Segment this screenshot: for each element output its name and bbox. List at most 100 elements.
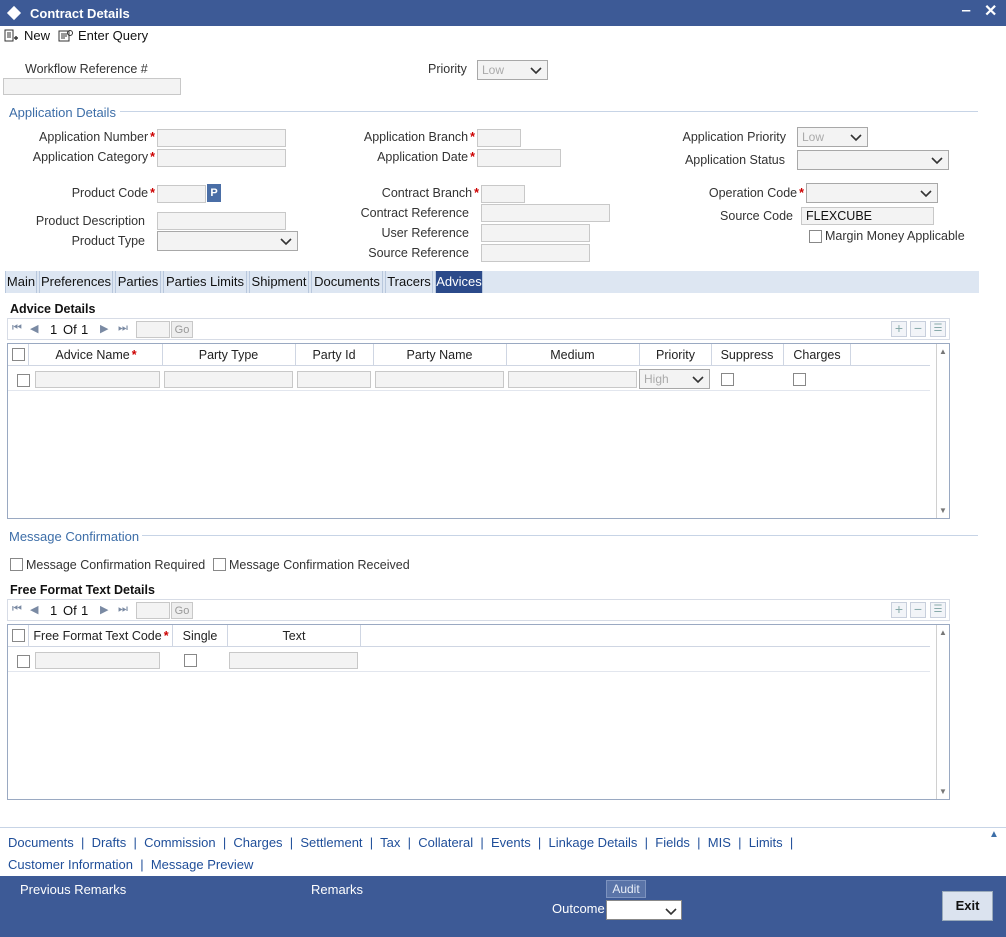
app-priority-label: Application Priority [682, 130, 786, 144]
row-priority-select[interactable]: High [639, 369, 710, 389]
link-customer-information[interactable]: Customer Information [8, 857, 133, 872]
next-page-icon[interactable]: ▶ [100, 322, 108, 335]
tab-parties-limits[interactable]: Parties Limits [163, 271, 247, 293]
col-priority: Priority [656, 348, 695, 362]
advice-name-input[interactable] [35, 371, 160, 388]
medium-input[interactable] [508, 371, 637, 388]
advice-scrollbar[interactable]: ▲ ▼ [936, 344, 949, 518]
link-charges[interactable]: Charges [233, 835, 282, 850]
workflow-ref-label: Workflow Reference # [25, 62, 148, 76]
scroll-up-icon[interactable]: ▲ [939, 628, 947, 637]
first-page-icon[interactable]: ⏮ [12, 322, 22, 335]
msg-confirm-required-checkbox[interactable] [10, 558, 23, 571]
app-priority-select[interactable]: Low [797, 127, 868, 147]
source-ref-input[interactable] [481, 244, 590, 262]
list-view-icon[interactable]: ☰ [930, 602, 946, 618]
link-message-preview[interactable]: Message Preview [151, 857, 254, 872]
select-all-checkbox[interactable] [12, 348, 25, 361]
audit-button[interactable]: Audit [606, 880, 646, 898]
app-status-select[interactable] [797, 150, 949, 170]
link-commission[interactable]: Commission [144, 835, 216, 850]
message-confirmation-title: Message Confirmation [9, 529, 140, 544]
link-settlement[interactable]: Settlement [300, 835, 362, 850]
link-drafts[interactable]: Drafts [92, 835, 127, 850]
outcome-select[interactable] [606, 900, 682, 920]
list-view-icon[interactable]: ☰ [930, 321, 946, 337]
close-icon[interactable]: ✕ [984, 1, 997, 21]
section-divider [142, 535, 978, 536]
tab-main[interactable]: Main [5, 271, 37, 293]
margin-money-checkbox[interactable] [809, 230, 822, 243]
minimize-icon[interactable]: ‒ [962, 2, 970, 19]
prev-page-icon[interactable]: ◀ [30, 322, 38, 335]
chevron-down-icon [850, 134, 862, 142]
app-date-input[interactable] [477, 149, 561, 167]
delete-row-icon[interactable]: − [910, 602, 926, 618]
exit-button[interactable]: Exit [942, 891, 993, 921]
link-limits[interactable]: Limits [749, 835, 783, 850]
tab-documents[interactable]: Documents [311, 271, 383, 293]
product-desc-input[interactable] [157, 212, 286, 230]
priority-select[interactable]: Low [477, 60, 548, 80]
link-tax[interactable]: Tax [380, 835, 400, 850]
add-row-icon[interactable]: + [891, 602, 907, 618]
next-page-icon[interactable]: ▶ [100, 603, 108, 616]
charges-checkbox[interactable] [793, 373, 806, 386]
ff-text-input[interactable] [229, 652, 358, 669]
product-code-lov-button[interactable]: P [207, 184, 221, 202]
app-category-label: Application Category * [32, 150, 155, 164]
contract-ref-input[interactable] [481, 204, 610, 222]
product-type-select[interactable] [157, 231, 298, 251]
party-type-input[interactable] [164, 371, 293, 388]
contract-branch-input[interactable] [481, 185, 525, 203]
delete-row-icon[interactable]: − [910, 321, 926, 337]
link-collateral[interactable]: Collateral [418, 835, 473, 850]
collapse-up-icon[interactable]: ▲ [989, 829, 999, 840]
party-id-input[interactable] [297, 371, 371, 388]
app-branch-input[interactable] [477, 129, 521, 147]
ff-scrollbar[interactable]: ▲ ▼ [936, 625, 949, 799]
product-code-input[interactable] [157, 185, 206, 203]
last-page-icon[interactable]: ⏭ [118, 603, 128, 616]
ff-code-input[interactable] [35, 652, 160, 669]
operation-code-select[interactable] [806, 183, 938, 203]
footer-links-row2: Customer Information | Message Preview [8, 857, 254, 872]
scroll-down-icon[interactable]: ▼ [939, 787, 947, 796]
link-linkage-details[interactable]: Linkage Details [549, 835, 638, 850]
prev-page-icon[interactable]: ◀ [30, 603, 38, 616]
single-checkbox[interactable] [184, 654, 197, 667]
link-events[interactable]: Events [491, 835, 531, 850]
tab-advices[interactable]: Advices [435, 271, 483, 293]
scroll-down-icon[interactable]: ▼ [939, 506, 947, 515]
add-row-icon[interactable]: + [891, 321, 907, 337]
tab-preferences[interactable]: Preferences [39, 271, 113, 293]
first-page-icon[interactable]: ⏮ [12, 603, 22, 616]
page-jump-input[interactable] [136, 602, 170, 619]
window-title: Contract Details [30, 6, 130, 21]
app-category-input[interactable] [157, 149, 286, 167]
col-text: Text [282, 629, 306, 643]
page-jump-input[interactable] [136, 321, 170, 338]
scroll-up-icon[interactable]: ▲ [939, 347, 947, 356]
link-mis[interactable]: MIS [708, 835, 731, 850]
enter-query-button[interactable]: Enter Query [58, 28, 148, 43]
party-name-input[interactable] [375, 371, 504, 388]
msg-confirm-received-checkbox[interactable] [213, 558, 226, 571]
row-checkbox[interactable] [17, 655, 30, 668]
new-button[interactable]: New [4, 28, 50, 43]
workflow-ref-input[interactable] [3, 78, 181, 95]
select-all-checkbox[interactable] [12, 629, 25, 642]
link-documents[interactable]: Documents [8, 835, 74, 850]
row-checkbox[interactable] [17, 374, 30, 387]
last-page-icon[interactable]: ⏭ [118, 322, 128, 335]
app-number-input[interactable] [157, 129, 286, 147]
go-button[interactable]: Go [171, 602, 193, 619]
source-code-input[interactable]: FLEXCUBE [801, 207, 934, 225]
go-button[interactable]: Go [171, 321, 193, 338]
tab-parties[interactable]: Parties [115, 271, 161, 293]
link-fields[interactable]: Fields [655, 835, 690, 850]
tab-shipment[interactable]: Shipment [249, 271, 309, 293]
suppress-checkbox[interactable] [721, 373, 734, 386]
tab-tracers[interactable]: Tracers [385, 271, 433, 293]
user-ref-input[interactable] [481, 224, 590, 242]
